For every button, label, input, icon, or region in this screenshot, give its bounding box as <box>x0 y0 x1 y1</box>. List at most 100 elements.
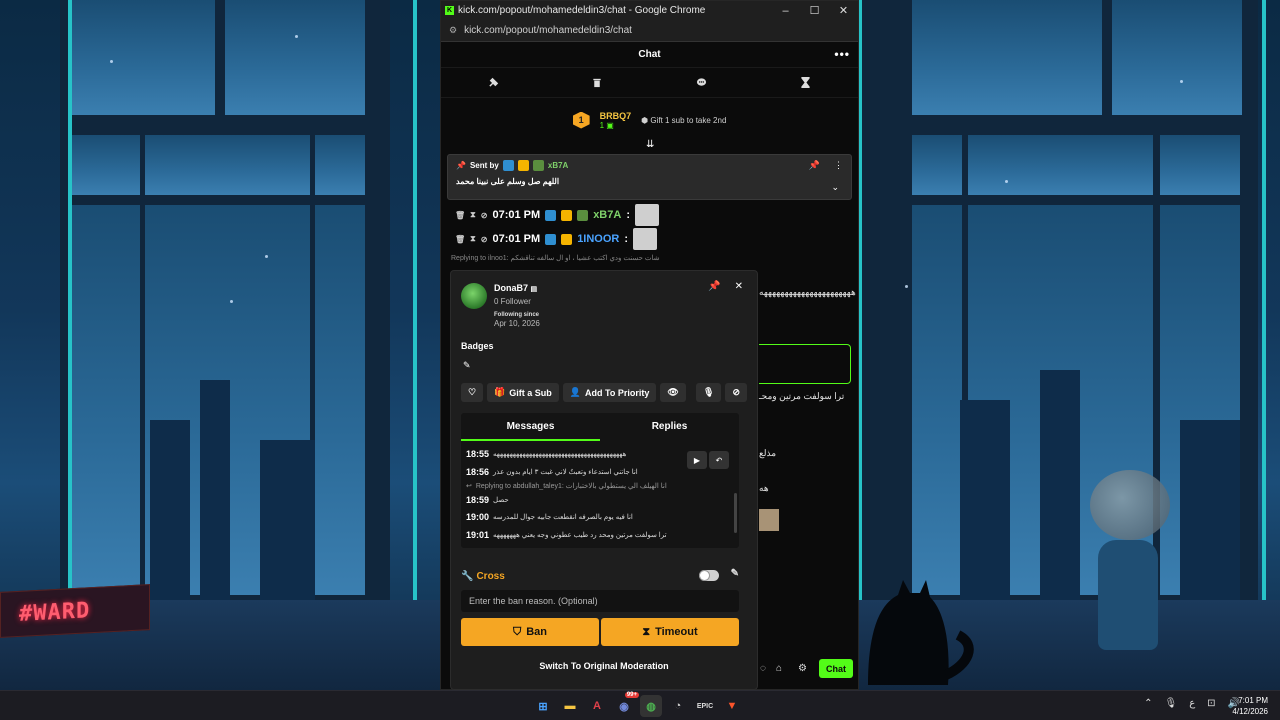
block-button[interactable]: ⊘ <box>725 383 747 402</box>
history-item[interactable]: 18:56 انا جاتني استدعاء وتعبتُ لاني غبت … <box>466 467 638 477</box>
chat-message[interactable]: 🗑 ⧗ ⊘ 07:01 PM 1INOOR: <box>455 228 658 250</box>
neon-sign-text: #WARD <box>19 598 91 627</box>
scroll-handle-icon[interactable]: ⇊ <box>646 139 654 150</box>
left-window-pane <box>70 135 140 195</box>
cross-toggle[interactable] <box>699 570 719 581</box>
gift-sub-prompt[interactable]: ⬢ Gift 1 sub to take 2nd <box>641 116 726 125</box>
reply-icon[interactable]: ↶ <box>709 451 729 469</box>
ban-icon[interactable]: ⊘ <box>481 211 488 220</box>
clock-time: 7:01 PM <box>1238 696 1268 705</box>
right-window-pane <box>968 135 1153 195</box>
message-user[interactable]: xB7A <box>593 209 621 221</box>
window-title: kick.com/popout/mohamedeldin3/chat - Goo… <box>458 5 706 16</box>
maximize-button[interactable]: ☐ <box>800 4 829 17</box>
url-text[interactable]: kick.com/popout/mohamedeldin3/chat <box>464 25 632 36</box>
trash-icon[interactable] <box>589 75 605 91</box>
settings-gear-icon[interactable]: ⚙ <box>798 663 807 674</box>
language-indicator[interactable]: ع <box>1189 698 1195 709</box>
brave-icon[interactable]: ▼ <box>721 695 743 717</box>
sword-badge-icon <box>577 209 589 221</box>
chevron-up-icon[interactable]: ⌃ <box>1144 698 1152 709</box>
message-time: 07:01 PM <box>492 209 541 221</box>
history-time: 19:01 <box>466 530 490 540</box>
follow-button[interactable]: ♡ <box>461 383 484 402</box>
chevron-down-icon[interactable]: ⌄ <box>831 182 839 193</box>
leader-subs: 1 <box>599 120 605 130</box>
edit-badges-icon[interactable]: ✎ <box>463 360 471 371</box>
crown-badge-icon <box>517 160 529 171</box>
taskbar: ⊞ ▬ A ◉ 99+ ◍ ◔ EPIC ▼ ⌃ 🎙 ع ⊡ 🔊 7:01 PM … <box>0 690 1280 720</box>
right-window-pane <box>1160 135 1240 195</box>
pinned-menu-icon[interactable]: ⋮ <box>834 160 843 171</box>
network-icon[interactable]: ⊡ <box>1207 698 1215 709</box>
left-window-pane <box>145 135 310 195</box>
chrome-icon[interactable]: ◍ <box>640 695 662 717</box>
start-menu-icon[interactable]: ⊞ <box>532 695 554 717</box>
history-time: 18:59 <box>466 495 490 505</box>
discord-icon[interactable]: ◉ 99+ <box>613 692 639 717</box>
avatar[interactable] <box>461 283 487 309</box>
eye-icon: 👁 <box>667 387 679 397</box>
history-item[interactable]: 19:00 انا فيه يوم بالصرفه انقطعت جابيه ج… <box>466 512 633 522</box>
following-since-label: Following since <box>494 312 540 318</box>
message-user[interactable]: 1INOOR <box>577 233 619 245</box>
ban-icon[interactable]: ⊘ <box>481 235 488 244</box>
hammer-icon[interactable] <box>485 75 501 91</box>
history-item[interactable]: 18:59 حصل <box>466 495 509 505</box>
play-icon[interactable]: ▶ <box>687 451 707 469</box>
shield-icon: ⛉ <box>512 625 522 638</box>
timeout-button[interactable]: ⧗ Timeout <box>601 618 739 646</box>
history-reply-hint[interactable]: ↩ Replying to abdullah_taley1: انا الهيل… <box>466 482 667 490</box>
history-item[interactable]: 18:55 هههههههههههههههههههههههههههههههههه… <box>466 449 626 459</box>
cross-ban-row: 🔧 Cross ✎ <box>461 568 741 584</box>
file-explorer-icon[interactable]: ▬ <box>559 695 581 717</box>
system-clock[interactable]: 7:01 PM 4/12/2026 <box>1232 695 1268 717</box>
leader-name[interactable]: BRBQ7 <box>600 111 632 121</box>
acrobat-icon[interactable]: A <box>586 695 608 717</box>
unpin-icon[interactable]: 📌 <box>809 160 820 171</box>
steam-icon[interactable]: ◔ <box>667 695 689 717</box>
history-item[interactable]: 19:01 ترا سولفت مرتين ومحد رد طيب عطوني … <box>466 530 667 540</box>
gift-sub-button[interactable]: 🎁 Gift a Sub <box>487 383 559 402</box>
partial-icon[interactable]: ◌ <box>760 663 766 674</box>
history-scrollbar[interactable] <box>734 493 737 533</box>
address-bar[interactable]: ⚙ kick.com/popout/mohamedeldin3/chat <box>441 20 858 42</box>
delete-icon[interactable]: 🗑 <box>455 211 465 220</box>
close-window-button[interactable]: ✕ <box>829 4 858 17</box>
add-priority-button[interactable]: 👤 Add To Priority <box>562 383 657 402</box>
switch-moderation-button[interactable]: Switch To Original Moderation <box>451 661 757 671</box>
hourglass-icon[interactable] <box>798 75 814 91</box>
more-options-icon[interactable]: ••• <box>834 47 850 61</box>
site-info-icon[interactable]: ⚙ <box>449 25 457 36</box>
timeout-icon[interactable]: ⧗ <box>470 234 476 244</box>
chat-send-button[interactable]: Chat <box>819 659 853 678</box>
tab-replies[interactable]: Replies <box>600 413 739 441</box>
mute-button[interactable]: 🎙 <box>696 383 722 402</box>
pinned-sender[interactable]: xB7A <box>548 161 568 170</box>
title-bar[interactable]: K kick.com/popout/mohamedeldin3/chat - G… <box>441 1 858 20</box>
store-icon[interactable]: ⌂ <box>776 663 782 674</box>
emote-image <box>759 509 779 531</box>
snowflake <box>110 60 113 63</box>
close-card-icon[interactable]: ✕ <box>735 281 743 292</box>
minimize-button[interactable]: – <box>771 5 800 17</box>
profile-card-icon[interactable]: ▤ <box>531 286 538 293</box>
epic-games-icon[interactable]: EPIC <box>694 695 716 717</box>
pin-card-icon[interactable]: 📌 <box>708 281 720 292</box>
card-username[interactable]: DonaB7 <box>494 283 528 293</box>
tab-messages[interactable]: Messages <box>461 413 600 441</box>
ban-button[interactable]: ⛉ Ban <box>461 618 599 646</box>
edit-cross-icon[interactable]: ✎ <box>731 568 739 579</box>
city-building <box>150 420 190 600</box>
delete-icon[interactable]: 🗑 <box>455 235 465 244</box>
chat-header: Chat ••• <box>441 42 858 68</box>
microphone-icon[interactable]: 🎙 <box>1164 698 1177 709</box>
reply-arrow-icon: ↩ <box>466 483 472 490</box>
timeout-icon[interactable]: ⧗ <box>470 210 476 220</box>
watch-button[interactable]: 👁 <box>660 383 686 402</box>
ban-reason-input[interactable] <box>461 590 739 612</box>
gift-leaderboard: 1 BRBQ7 1 ▣ ⬢ Gift 1 sub to take 2nd <box>441 98 858 142</box>
gift-badge-icon: ⬢ <box>641 115 649 125</box>
chat-bubble-icon[interactable] <box>694 75 710 91</box>
chat-message[interactable]: 🗑 ⧗ ⊘ 07:01 PM xB7A: <box>455 204 659 226</box>
